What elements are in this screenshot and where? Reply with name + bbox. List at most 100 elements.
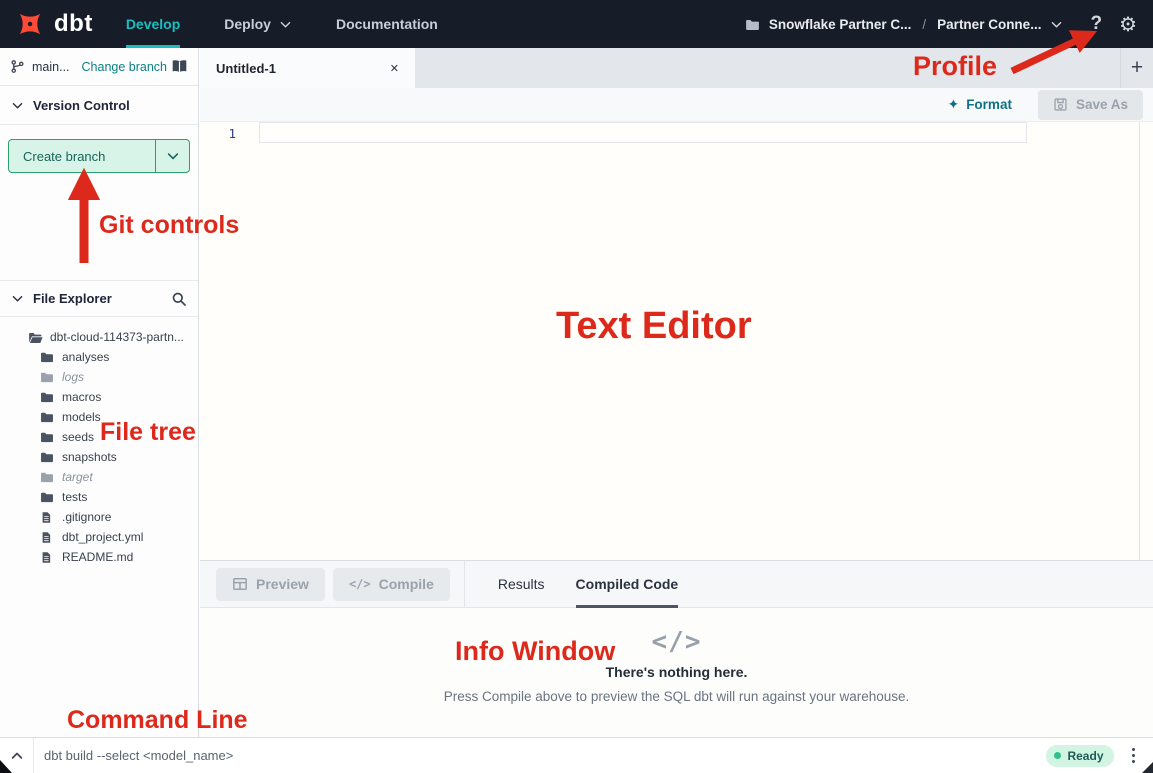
file-explorer-header[interactable]: File Explorer: [0, 281, 198, 317]
command-input[interactable]: [44, 748, 1046, 763]
nav-tab-develop[interactable]: Develop: [126, 0, 180, 48]
text-editor[interactable]: 1: [200, 122, 1153, 560]
search-icon[interactable]: [171, 291, 187, 307]
command-bar: Ready: [0, 737, 1153, 773]
panel-divider: [464, 561, 465, 607]
create-branch-button[interactable]: Create branch: [8, 139, 190, 173]
gear-icon[interactable]: ⚙: [1119, 14, 1137, 34]
info-window-panel: Preview </> Compile Results Compiled Cod…: [200, 560, 1153, 737]
new-tab-button[interactable]: +: [1120, 48, 1153, 88]
version-control-header[interactable]: Version Control: [0, 86, 198, 125]
dbt-cloud-ide-window: dbt Develop Deploy Documentation Snowfla…: [0, 0, 1153, 773]
tree-item-snapshots[interactable]: snapshots: [0, 447, 198, 467]
tree-item-readme[interactable]: README.md: [0, 547, 198, 567]
dbt-logo[interactable]: dbt: [15, 0, 93, 48]
tab-untitled-1[interactable]: Untitled-1 ✕: [200, 48, 415, 88]
tree-item-label: target: [62, 470, 93, 484]
tab-title: Untitled-1: [216, 61, 276, 76]
editor-scrollbar-divider[interactable]: [1139, 122, 1140, 560]
tree-item-project-root[interactable]: dbt-cloud-114373-partn...: [0, 327, 198, 347]
compile-label: Compile: [379, 576, 434, 592]
tree-item-label: macros: [62, 390, 101, 404]
tree-item-label: logs: [62, 370, 84, 384]
kebab-menu-icon[interactable]: [1129, 745, 1139, 767]
file-explorer-section: File Explorer dbt-cloud-114373-partn... …: [0, 280, 198, 567]
version-control-title: Version Control: [33, 98, 130, 113]
docs-book-icon[interactable]: [171, 58, 188, 75]
tree-item-label: .gitignore: [62, 510, 111, 524]
chevron-down-icon: [1050, 18, 1063, 31]
tree-item-label: dbt_project.yml: [62, 530, 143, 544]
project-breadcrumb[interactable]: Snowflake Partner C... / Partner Conne..…: [745, 17, 1064, 32]
preview-button[interactable]: Preview: [216, 568, 325, 601]
folder-icon: [40, 370, 55, 385]
folder-icon: [40, 490, 55, 505]
preview-label: Preview: [256, 576, 309, 592]
git-bar: main... Change branch: [0, 48, 198, 86]
floppy-disk-icon: [1053, 97, 1068, 112]
tree-item-target[interactable]: target: [0, 467, 198, 487]
compile-button[interactable]: </> Compile: [333, 568, 450, 601]
tree-item-logs[interactable]: logs: [0, 367, 198, 387]
close-icon[interactable]: ✕: [390, 62, 399, 75]
tree-item-gitignore[interactable]: .gitignore: [0, 507, 198, 527]
format-button[interactable]: ✦ Format: [947, 97, 1012, 113]
dbt-logo-text: dbt: [54, 10, 93, 38]
chevron-down-icon[interactable]: [11, 292, 24, 305]
sidebar: main... Change branch Version Control Cr…: [0, 48, 199, 737]
save-as-button[interactable]: Save As: [1038, 90, 1143, 120]
tab-results[interactable]: Results: [498, 561, 545, 608]
tree-item-label: analyses: [62, 350, 109, 364]
status-label: Ready: [1067, 749, 1103, 763]
tree-item-models[interactable]: models: [0, 407, 198, 427]
folder-icon: [40, 470, 55, 485]
folder-icon: [745, 17, 760, 32]
create-branch-label[interactable]: Create branch: [9, 140, 155, 172]
format-label: Format: [966, 97, 1012, 112]
chevron-down-icon[interactable]: [11, 99, 24, 112]
file-icon: [40, 510, 55, 524]
folder-icon: [40, 390, 55, 405]
resize-handle[interactable]: [1142, 762, 1153, 773]
nav-tab-develop-label: Develop: [126, 16, 180, 32]
help-icon[interactable]: ?: [1090, 13, 1102, 35]
nav-tab-deploy[interactable]: Deploy: [224, 0, 292, 48]
chevron-down-icon: [279, 18, 292, 31]
top-nav: dbt Develop Deploy Documentation Snowfla…: [0, 0, 1153, 48]
editor-tab-bar: Untitled-1 ✕ +: [200, 48, 1153, 88]
tree-item-seeds[interactable]: seeds: [0, 427, 198, 447]
editor-toolbar: ✦ Format Save As: [200, 88, 1153, 122]
git-branch-icon: [10, 59, 25, 74]
table-icon: [232, 576, 248, 592]
create-branch-dropdown[interactable]: [155, 140, 189, 172]
empty-state-subtitle: Press Compile above to preview the SQL d…: [444, 689, 910, 704]
panel-header: Preview </> Compile Results Compiled Cod…: [200, 561, 1153, 608]
tab-compiled-code[interactable]: Compiled Code: [576, 561, 679, 608]
nav-tab-documentation[interactable]: Documentation: [336, 0, 438, 48]
status-dot-icon: [1054, 752, 1061, 759]
tree-item-tests[interactable]: tests: [0, 487, 198, 507]
nav-right: Snowflake Partner C... / Partner Conne..…: [745, 0, 1137, 48]
save-as-label: Save As: [1076, 97, 1128, 112]
empty-state-title: There's nothing here.: [606, 664, 748, 680]
dbt-pinwheel-icon: [15, 9, 45, 39]
mouse-cursor: [0, 759, 14, 773]
command-bar-divider: [33, 738, 34, 773]
tree-item-label: seeds: [62, 430, 94, 444]
tree-item-analyses[interactable]: analyses: [0, 347, 198, 367]
tree-item-label: snapshots: [62, 450, 117, 464]
tree-item-dbt-project-yml[interactable]: dbt_project.yml: [0, 527, 198, 547]
breadcrumb-account: Snowflake Partner C...: [769, 17, 912, 32]
code-icon: </>: [652, 629, 702, 655]
chevron-down-icon: [166, 149, 180, 163]
folder-icon: [40, 410, 55, 425]
tree-item-label: tests: [62, 490, 87, 504]
nav-menu: Develop Deploy Documentation: [126, 0, 438, 48]
panel-empty-state: </> There's nothing here. Press Compile …: [200, 608, 1153, 737]
active-tab-underline: [126, 45, 180, 48]
tree-item-macros[interactable]: macros: [0, 387, 198, 407]
breadcrumb-project: Partner Conne...: [937, 17, 1041, 32]
file-icon: [40, 530, 55, 544]
status-badge: Ready: [1046, 745, 1113, 767]
change-branch-link[interactable]: Change branch: [82, 60, 167, 74]
